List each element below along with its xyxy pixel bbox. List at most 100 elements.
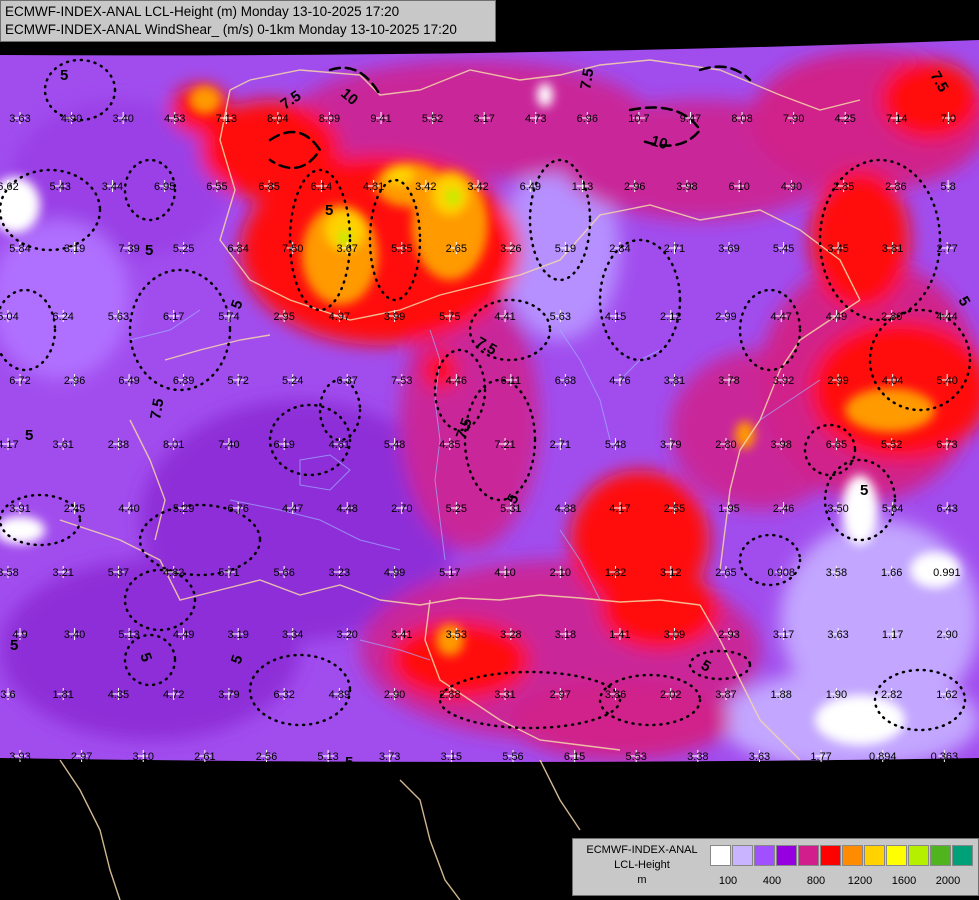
station: 2.65 [446, 242, 467, 255]
station: 8.04 [267, 112, 289, 125]
station-value: 6.32 [273, 689, 294, 701]
station: 3.40 [112, 112, 134, 125]
station: 5.52 [422, 112, 443, 125]
station-value: 2.02 [660, 689, 681, 701]
legend-swatch [952, 845, 973, 866]
station: 3.12 [660, 566, 681, 579]
station-value: 2.12 [660, 311, 681, 323]
station-value: 3.21 [53, 567, 74, 579]
station: 4.85 [439, 438, 461, 451]
station: 1.77 [810, 750, 832, 763]
station: 7.0 [941, 112, 956, 125]
station: 6.85 [258, 180, 280, 193]
map-title-box: ECMWF-INDEX-ANAL LCL-Height (m) Monday 1… [0, 0, 496, 42]
legend-tick-label: 1200 [847, 875, 873, 887]
station-value: 3.40 [64, 629, 85, 641]
station: 2.80 [715, 438, 737, 451]
legend-swatch [776, 845, 797, 866]
station: 6.76 [227, 502, 249, 515]
station-value: 4.73 [525, 113, 546, 125]
station: 4.90 [781, 180, 802, 193]
station: 4.88 [555, 502, 576, 515]
station: 3.17 [773, 628, 794, 641]
station-value: 7.53 [391, 375, 412, 387]
station: 1.81 [53, 688, 74, 701]
station: 2.96 [624, 180, 645, 193]
station-value: 5.72 [227, 375, 248, 387]
station: 6.24 [53, 310, 74, 323]
station: 3.19 [64, 242, 85, 255]
station-value: 5.25 [173, 243, 194, 255]
station: 1.17 [882, 628, 903, 641]
station: 6.43 [936, 502, 958, 515]
station-value: 3.12 [660, 567, 681, 579]
station-value: 2.99 [827, 375, 848, 387]
station: 3.42 [415, 180, 437, 193]
station: 2.55 [664, 502, 685, 515]
station-value: 6.85 [258, 181, 279, 193]
color-legend: ECMWF-INDEX-ANAL LCL-Height m 100 400 80… [572, 838, 979, 896]
station-value: 2.82 [881, 689, 902, 701]
station-value: 10.7 [628, 113, 649, 125]
station: 3.34 [282, 628, 303, 641]
station: 2.97 [550, 688, 571, 701]
station: 3.78 [718, 374, 740, 387]
station-value: 1.77 [810, 751, 831, 763]
station-value: 9.41 [370, 113, 391, 125]
station-value: 2.93 [718, 629, 739, 641]
station-value: 3.20 [337, 629, 358, 641]
station-value: 5.40 [936, 375, 957, 387]
legend-title-line: LCL-Height [614, 859, 670, 871]
station-value: 6.72 [9, 375, 30, 387]
station-value: 2.99 [715, 311, 736, 323]
station-value: 6.24 [53, 311, 74, 323]
station-value: 6.37 [337, 375, 358, 387]
station-value: 6.89 [173, 375, 194, 387]
station-value: 2.96 [64, 375, 85, 387]
station: 6.95 [154, 180, 175, 193]
station-value: 3.31 [494, 689, 515, 701]
station-value: 6.55 [206, 181, 227, 193]
station-value: 4.44 [936, 311, 957, 323]
station: 4.44 [936, 310, 958, 323]
station-value: 3.18 [555, 629, 576, 641]
station-value: 3.86 [605, 689, 626, 701]
station: 2.88 [439, 688, 461, 701]
station: 5.37 [108, 566, 129, 579]
station-value: 4.47 [282, 503, 303, 515]
station-value: 0.363 [931, 751, 959, 763]
station-value: 5.35 [391, 243, 412, 255]
station-value: 1.88 [771, 689, 792, 701]
station: 6.73 [936, 438, 958, 451]
station: 7.90 [783, 112, 804, 125]
station-value: 3.41 [391, 629, 412, 641]
station-value: 6.73 [936, 439, 957, 451]
station: 6.49 [520, 180, 541, 193]
station: 3.31 [494, 688, 516, 701]
station: 6.65 [826, 438, 847, 451]
station-value: 6.19 [273, 439, 294, 451]
station-value: 5.63 [550, 311, 571, 323]
station: 2.84 [609, 242, 631, 255]
station-value: 2.95 [273, 311, 294, 323]
legend-ticks: 100 400 800 1200 1600 2000 [710, 875, 970, 889]
station-value: 3.53 [446, 629, 467, 641]
station: 3.6 [0, 688, 16, 701]
station: 7.53 [391, 374, 412, 387]
station: 5.17 [439, 566, 461, 579]
station: 5.48 [384, 438, 405, 451]
station: 6.84 [227, 242, 249, 255]
station: 3.81 [664, 374, 685, 387]
legend-swatches [710, 845, 974, 866]
station: 6.14 [311, 180, 332, 193]
station: 4.72 [163, 688, 184, 701]
station-value: 8.08 [731, 113, 752, 125]
station-value: 4.41 [494, 311, 515, 323]
station-value: 4.49 [826, 311, 847, 323]
station-value: 4.49 [173, 629, 194, 641]
station: 2.61 [194, 750, 216, 763]
station: 1.62 [936, 688, 958, 701]
legend-title-line: m [637, 874, 647, 886]
station-value: 2.38 [108, 439, 129, 451]
station-value: 4.9 [12, 629, 27, 641]
